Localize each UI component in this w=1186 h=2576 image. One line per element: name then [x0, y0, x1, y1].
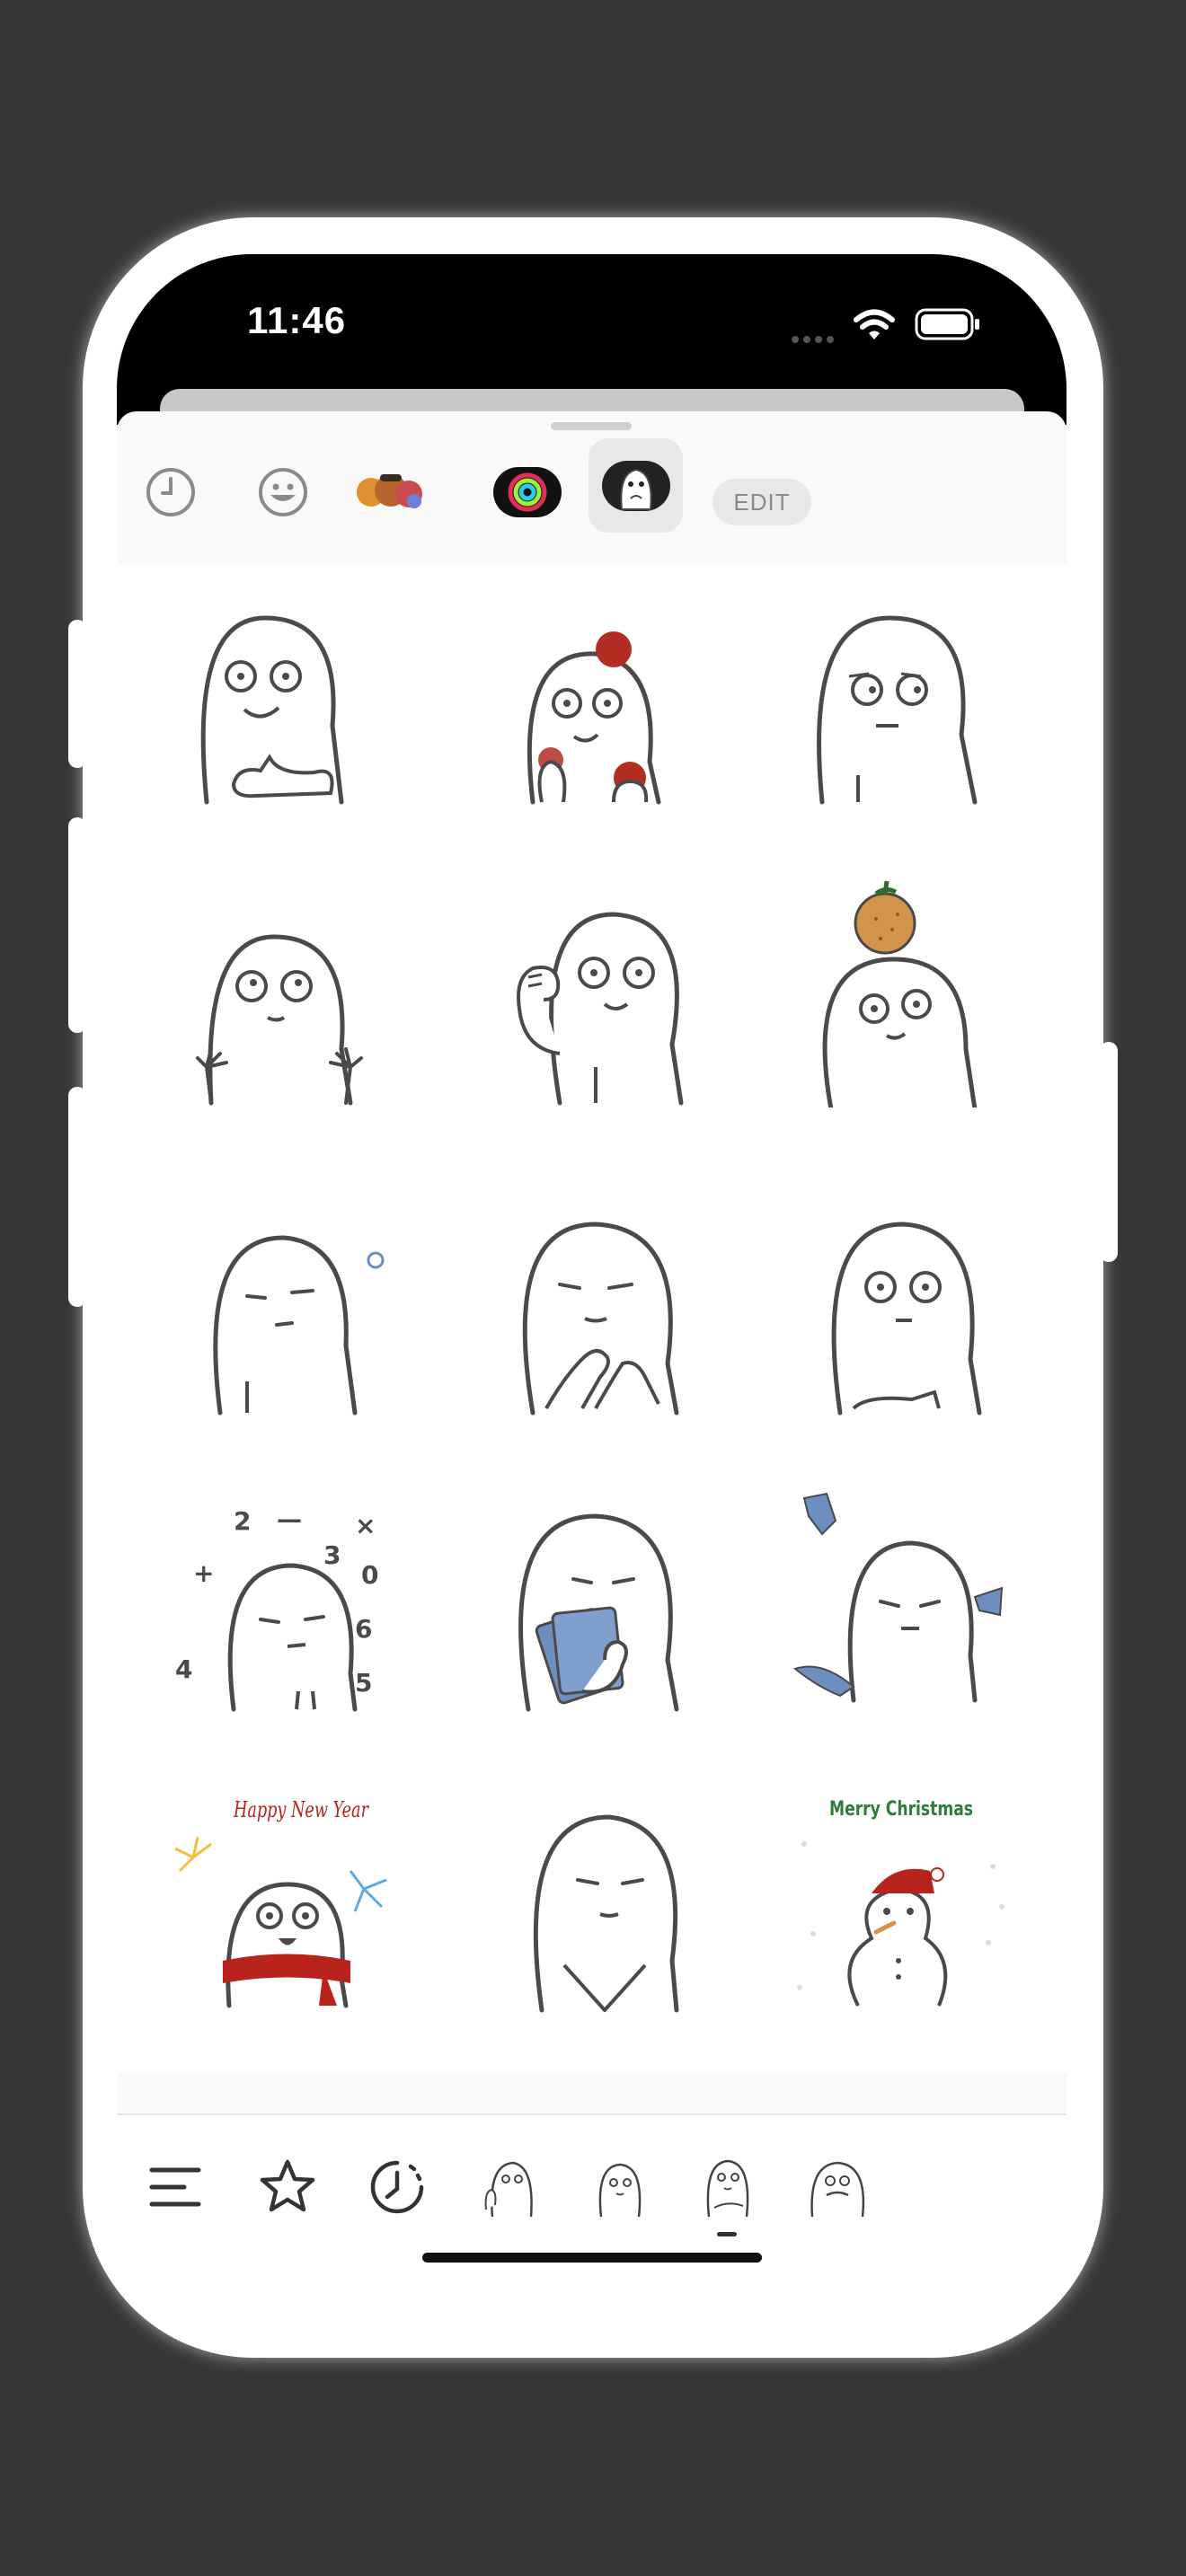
bottom-item-recent[interactable] [361, 2151, 433, 2223]
sticker-holding-cash[interactable] [479, 1480, 704, 1714]
wifi-icon [854, 309, 895, 340]
sticker-praying[interactable] [479, 1184, 704, 1417]
bottom-item-categories[interactable] [139, 2151, 211, 2223]
sticker-pack-bar [117, 2113, 1067, 2322]
home-indicator[interactable] [422, 2253, 762, 2263]
sticker-side-eye[interactable] [786, 582, 1011, 816]
tab-sticker-app[interactable] [589, 438, 683, 533]
status-time: 11:46 [247, 299, 347, 341]
sticker-math-thinking[interactable]: 2 — × + 3 0 6 4 5 [171, 1485, 395, 1718]
menu-lines-icon [149, 2167, 201, 2207]
battery-icon [915, 308, 979, 340]
svg-text:2: 2 [234, 1506, 251, 1536]
bottom-item-favorites[interactable] [252, 2151, 323, 2223]
ghost-thumbs-icon [484, 2161, 533, 2218]
tab-memoji[interactable] [341, 452, 440, 533]
selected-pack-indicator [717, 2232, 737, 2236]
ghost-mustache-icon [810, 2161, 865, 2218]
sticker-thumbs-up[interactable] [171, 582, 395, 816]
activity-rings-icon [493, 467, 562, 517]
bottom-item-pack-3[interactable] [692, 2151, 764, 2223]
tab-emoji[interactable] [243, 452, 323, 533]
bottom-item-pack-4[interactable] [801, 2151, 873, 2223]
edit-button[interactable]: EDIT [712, 479, 811, 525]
sticker-calm-crossed-arms[interactable] [479, 1781, 704, 2015]
ghost-sticker-icon [601, 460, 670, 511]
ghost-arms-icon [706, 2159, 749, 2218]
svg-text:0: 0 [361, 1560, 378, 1590]
recent-clock-icon [370, 2160, 424, 2214]
signal-dots-icon [792, 336, 834, 343]
sticker-arms-crossed[interactable] [786, 1184, 1011, 1417]
clock-icon [146, 468, 195, 516]
svg-text:5: 5 [355, 1668, 372, 1698]
sticker-juggling-apples[interactable] [479, 582, 704, 816]
memoji-icon [357, 474, 422, 508]
tab-recents[interactable] [130, 452, 211, 533]
svg-text:4: 4 [175, 1654, 192, 1684]
sticker-tabs [117, 434, 1067, 560]
svg-text:3: 3 [323, 1540, 341, 1570]
bottom-item-pack-1[interactable] [474, 2151, 546, 2223]
phone-screen: 11:46 EDIT 2 — × + 3 0 6 4 5 Happy New Y… [117, 254, 1067, 2322]
sheet-grabber[interactable] [551, 422, 632, 430]
ghost-plain-icon [598, 2163, 642, 2218]
sticker-happy-new-year[interactable]: Happy New Year [171, 1781, 395, 2015]
svg-text:+: + [193, 1558, 214, 1588]
sticker-throwing-money[interactable] [786, 1480, 1011, 1714]
svg-text:×: × [355, 1511, 376, 1540]
tab-activity[interactable] [487, 452, 568, 533]
sticker-hands-up[interactable] [171, 887, 395, 1121]
sticker-fist-pump[interactable] [479, 874, 704, 1107]
star-icon [260, 2159, 315, 2212]
sticker-text-happy-new-year: Happy New Year [233, 1797, 369, 1822]
sticker-sleepy-bubble[interactable] [171, 1188, 395, 1422]
sticker-orange-on-head[interactable] [786, 874, 1011, 1112]
svg-text:—: — [277, 1504, 302, 1534]
sticker-merry-christmas[interactable]: Merry Christmas [786, 1781, 1011, 2015]
bottom-item-pack-2[interactable] [584, 2151, 656, 2223]
sticker-text-merry-christmas: Merry Christmas [829, 1798, 973, 1821]
sticker-grid: 2 — × + 3 0 6 4 5 Happy New Year Merry C… [117, 564, 1067, 2073]
smiley-icon [259, 468, 307, 516]
svg-text:6: 6 [355, 1614, 372, 1644]
